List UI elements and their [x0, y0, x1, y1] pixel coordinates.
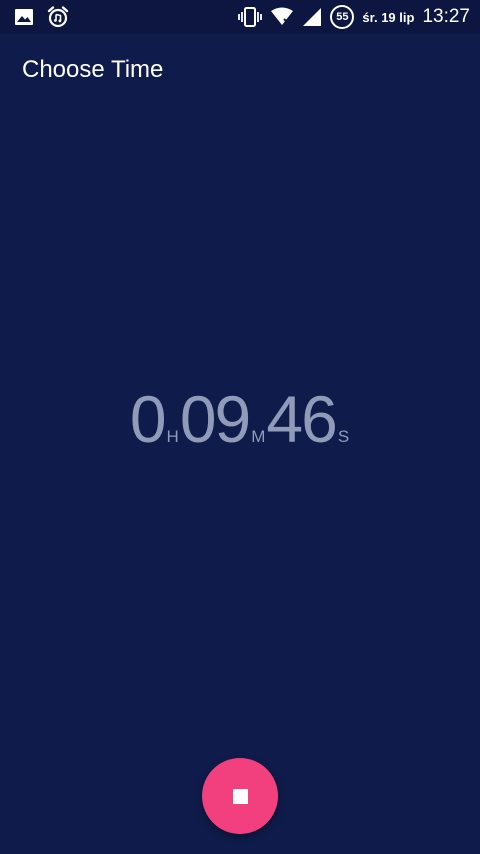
timer-minutes: 09: [179, 382, 251, 456]
cell-signal-icon: [302, 7, 322, 27]
status-bar: 55 śr. 19 lip 13:27: [0, 0, 480, 34]
app-bar: Choose Time: [0, 34, 480, 106]
alarm-clock-icon: [46, 5, 70, 29]
image-icon: [14, 7, 34, 27]
battery-saver-icon: 55: [330, 5, 355, 29]
app-screen: 55 śr. 19 lip 13:27 Choose Time 0 H 09 M…: [0, 0, 480, 854]
timer-minutes-unit: M: [251, 427, 266, 446]
timer-display: 0 H 09 M 46 S: [0, 386, 480, 466]
status-left: [14, 5, 82, 29]
timer-hours: 0: [129, 382, 167, 456]
timer-seconds-unit: S: [337, 427, 350, 446]
stop-icon: [232, 788, 248, 804]
status-date: śr. 19 lip: [362, 9, 415, 25]
timer-hours-unit: H: [166, 427, 179, 446]
status-right: 55 śr. 19 lip 13:27: [230, 5, 470, 29]
timer-seconds: 46: [266, 382, 337, 456]
stop-button[interactable]: [202, 758, 278, 834]
status-time: 13:27: [422, 6, 470, 27]
wifi-icon: [270, 7, 294, 27]
vibrate-icon: [238, 7, 263, 27]
page-title: Choose Time: [22, 56, 164, 83]
